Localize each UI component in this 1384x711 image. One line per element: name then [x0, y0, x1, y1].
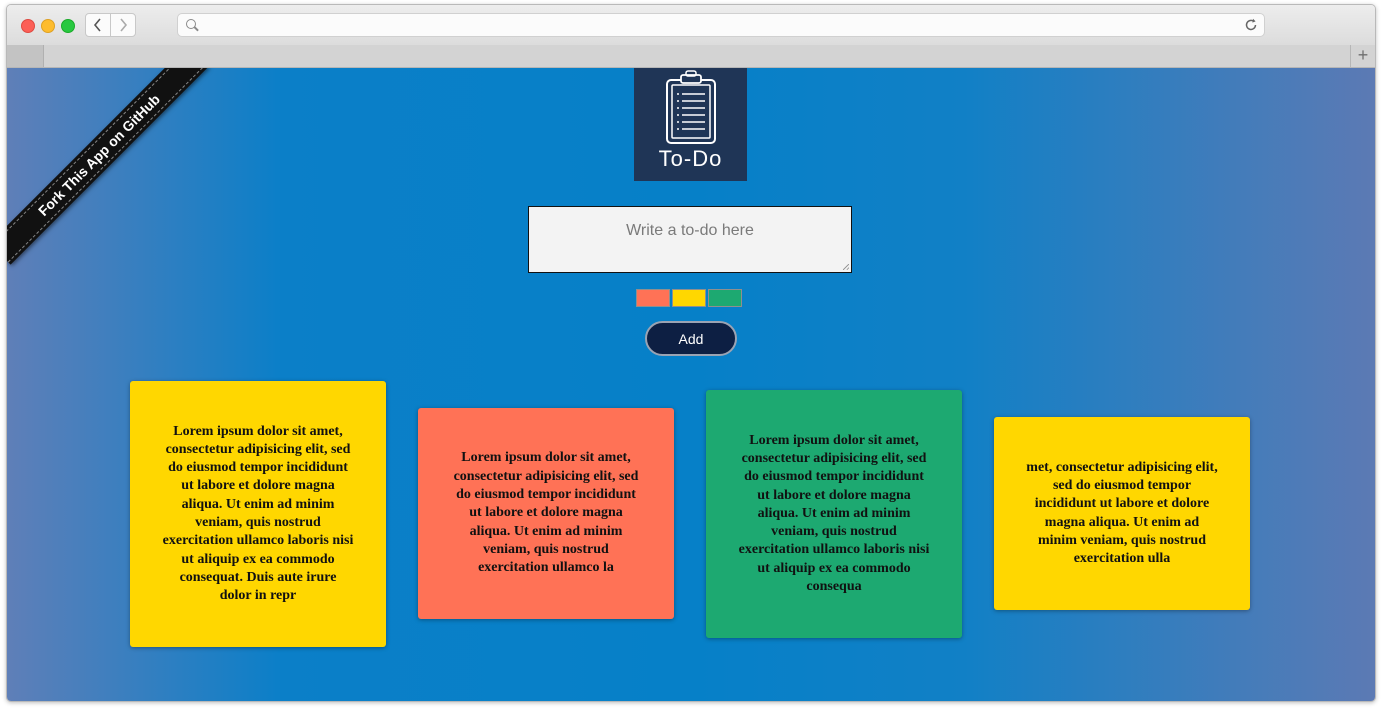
tab-strip: + [7, 45, 1375, 68]
logo-title: To-Do [658, 146, 723, 171]
reload-icon[interactable] [1244, 15, 1258, 36]
todo-note[interactable]: Lorem ipsum dolor sit amet, consectetur … [130, 381, 386, 647]
todo-note[interactable]: met, consectetur adipisicing elit, sed d… [994, 417, 1250, 610]
chevron-left-icon [93, 18, 101, 32]
todo-note-text: Lorem ipsum dolor sit amet, consectetur … [453, 450, 639, 576]
clipboard-icon [666, 70, 716, 144]
fork-github-ribbon[interactable]: Fork This App on GitHub [7, 68, 209, 265]
browser-window: + Fork This App on GitHub To-Do Write a … [6, 4, 1376, 702]
plus-icon: + [1357, 45, 1369, 65]
address-bar[interactable] [177, 13, 1265, 37]
page-viewport: Fork This App on GitHub To-Do Write a to… [7, 68, 1375, 701]
todo-note-text: Lorem ipsum dolor sit amet, consectetur … [162, 423, 354, 604]
todo-note-text: met, consectetur adipisicing elit, sed d… [1026, 459, 1218, 567]
tab-active[interactable] [7, 45, 44, 67]
back-button[interactable] [85, 13, 111, 37]
browser-toolbar [7, 5, 1375, 46]
forward-button[interactable] [110, 13, 136, 37]
zoom-window-button[interactable] [61, 19, 75, 33]
color-swatch-green[interactable] [708, 289, 742, 307]
color-swatch-coral[interactable] [636, 289, 670, 307]
todo-note[interactable]: Lorem ipsum dolor sit amet, consectetur … [706, 390, 962, 638]
new-tab-button[interactable]: + [1350, 45, 1375, 67]
add-button[interactable]: Add [645, 321, 737, 356]
todo-input[interactable] [528, 206, 852, 273]
minimize-window-button[interactable] [41, 19, 55, 33]
close-window-button[interactable] [21, 19, 35, 33]
todo-note[interactable]: Lorem ipsum dolor sit amet, consectetur … [418, 408, 674, 619]
chevron-right-icon [120, 18, 128, 32]
resize-handle[interactable] [843, 264, 849, 270]
color-swatch-yellow[interactable] [672, 289, 706, 307]
todo-note-text: Lorem ipsum dolor sit amet, consectetur … [738, 432, 930, 595]
search-icon [186, 19, 196, 29]
fork-github-label: Fork This App on GitHub [34, 90, 164, 220]
app-logo: To-Do [634, 68, 747, 181]
